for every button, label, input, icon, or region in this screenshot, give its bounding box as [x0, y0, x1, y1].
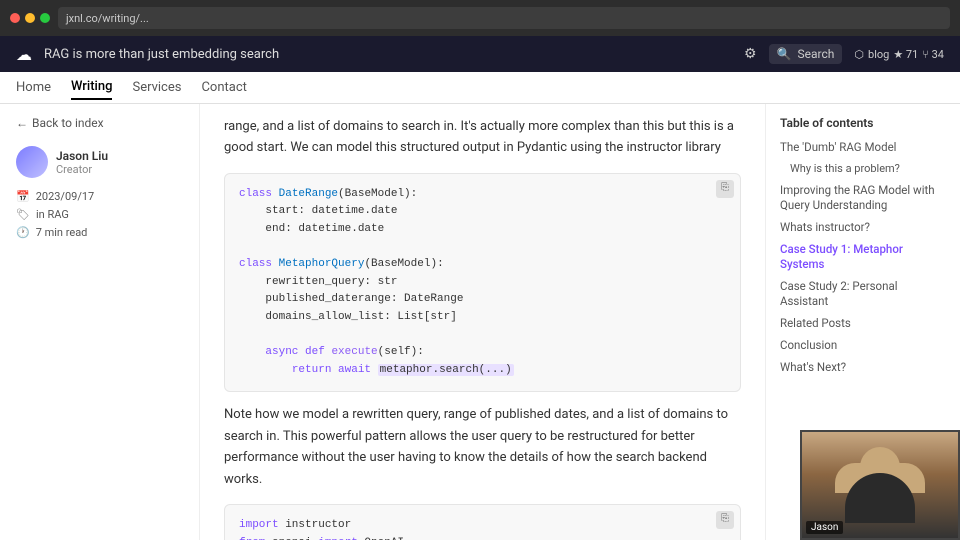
code-line: class MetaphorQuery(BaseModel): — [239, 256, 726, 274]
avatar — [16, 146, 48, 178]
minimize-button[interactable] — [25, 13, 35, 23]
toc-item-problem[interactable]: Why is this a problem? — [780, 162, 946, 176]
toc-item-related[interactable]: Related Posts — [780, 316, 946, 331]
github-icon: ⬡ — [854, 48, 864, 61]
author-name: Jason Liu — [56, 149, 108, 163]
metadata-tag: in RAG — [36, 208, 69, 221]
nav-icons: ⚙ 🔍 Search ⬡ blog ★ 71 ⑂ 34 — [744, 44, 944, 64]
code-line: domains_allow_list: List[str] — [239, 309, 726, 327]
code-line: start: datetime.date — [239, 203, 726, 221]
code-line: published_daterange: DateRange — [239, 291, 726, 309]
top-nav: ☁ RAG is more than just embedding search… — [0, 36, 960, 72]
search-bar[interactable]: 🔍 Search — [769, 44, 843, 64]
github-blog-label: blog — [868, 48, 889, 61]
toc-item-case-study-2[interactable]: Case Study 2: Personal Assistant — [780, 279, 946, 309]
code-line: class DateRange(BaseModel): — [239, 186, 726, 204]
clock-icon: 🕐 — [16, 226, 30, 239]
code-line: from openai import OpenAI — [239, 535, 726, 540]
close-button[interactable] — [10, 13, 20, 23]
back-link-label: Back to index — [32, 116, 104, 130]
metadata-readtime: 7 min read — [36, 226, 88, 239]
address-bar[interactable]: jxnl.co/writing/... — [58, 7, 950, 29]
calendar-icon: 📅 — [16, 190, 30, 203]
code-line: async def execute(self): — [239, 344, 726, 362]
left-sidebar: ← Back to index Jason Liu Creator 📅 2023… — [0, 104, 200, 540]
toc-item-improving[interactable]: Improving the RAG Model with Query Under… — [780, 183, 946, 213]
subnav-services[interactable]: Services — [132, 76, 181, 99]
code-block-1: class DateRange(BaseModel): start: datet… — [224, 173, 741, 393]
settings-icon[interactable]: ⚙ — [744, 46, 757, 62]
subnav-contact[interactable]: Contact — [201, 76, 246, 99]
back-arrow-icon: ← — [16, 116, 28, 130]
metadata-readtime-row: 🕐 7 min read — [16, 226, 183, 239]
code-line: end: datetime.date — [239, 221, 726, 239]
code-line: rewritten_query: str — [239, 274, 726, 292]
code-line — [239, 239, 726, 257]
video-name-tag: Jason — [806, 521, 843, 534]
code-line: return await metaphor.search(...) — [239, 362, 726, 380]
github-forks: ⑂ 34 — [922, 48, 944, 61]
author-info: Jason Liu Creator — [56, 149, 108, 176]
author-role: Creator — [56, 163, 108, 176]
code-block-1-inner: class DateRange(BaseModel): start: datet… — [225, 174, 740, 392]
search-icon: 🔍 — [777, 47, 792, 61]
code-copy-button-1[interactable]: ⎘ — [716, 180, 734, 198]
back-to-index-link[interactable]: ← Back to index — [16, 116, 183, 130]
metadata-section: 📅 2023/09/17 🏷 in RAG 🕐 7 min read — [16, 190, 183, 239]
toc-item-instructor[interactable]: Whats instructor? — [780, 220, 946, 235]
article-paragraph-1: range, and a list of domains to search i… — [224, 116, 741, 159]
code-copy-button-2[interactable]: ⎘ — [716, 511, 734, 529]
subnav-home[interactable]: Home — [16, 76, 51, 99]
address-text: jxnl.co/writing/... — [66, 12, 149, 25]
sub-nav: Home Writing Services Contact — [0, 72, 960, 104]
github-stars: ★ 71 — [893, 48, 918, 61]
search-label: Search — [798, 47, 835, 61]
metadata-tag-row: 🏷 in RAG — [16, 208, 183, 221]
maximize-button[interactable] — [40, 13, 50, 23]
toc-title: Table of contents — [780, 116, 946, 130]
subnav-writing[interactable]: Writing — [71, 75, 112, 100]
toc-item-dumb-rag[interactable]: The 'Dumb' RAG Model — [780, 140, 946, 155]
browser-chrome: jxnl.co/writing/... — [0, 0, 960, 36]
tag-icon: 🏷 — [16, 208, 30, 221]
code-line: import instructor — [239, 517, 726, 535]
site-title: RAG is more than just embedding search — [44, 47, 732, 62]
toc-item-case-study-1[interactable]: Case Study 1: Metaphor Systems — [780, 242, 946, 272]
github-link[interactable]: ⬡ blog ★ 71 ⑂ 34 — [854, 48, 944, 61]
author-section: Jason Liu Creator — [16, 146, 183, 178]
video-overlay: Jason — [800, 430, 960, 540]
article-main: range, and a list of domains to search i… — [200, 104, 765, 540]
toc-item-conclusion[interactable]: Conclusion — [780, 338, 946, 353]
article-paragraph-2: Note how we model a rewritten query, ran… — [224, 404, 741, 490]
code-block-2: import instructor from openai import Ope… — [224, 504, 741, 540]
code-line — [239, 327, 726, 345]
metadata-date: 2023/09/17 — [36, 190, 95, 203]
toc-item-whats-next[interactable]: What's Next? — [780, 360, 946, 375]
traffic-lights — [10, 13, 50, 23]
logo-icon: ☁ — [16, 45, 32, 64]
code-block-2-inner: import instructor from openai import Ope… — [225, 505, 740, 540]
metadata-date-row: 📅 2023/09/17 — [16, 190, 183, 203]
